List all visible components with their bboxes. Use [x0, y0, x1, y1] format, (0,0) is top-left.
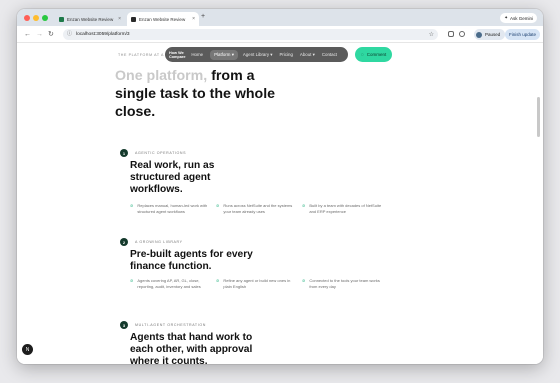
- browser-toolbar: ← → ↻ ⓘ localhost:3059/platform/3 ☆ Paus…: [17, 26, 543, 43]
- step-number: 2: [120, 238, 128, 246]
- step-number: 3: [120, 321, 128, 329]
- nav-item-about[interactable]: About ▾: [300, 52, 315, 58]
- tab-strip: Enzan Website Review × Enzan Website Rev…: [17, 9, 543, 26]
- check-icon: ⊘: [130, 278, 134, 283]
- step-tag: MULTI-AGENT ORCHESTRATION: [135, 323, 206, 327]
- site-info-icon[interactable]: ⓘ: [67, 32, 72, 37]
- nav-label: About: [299, 51, 312, 57]
- finish-update-button[interactable]: Finish update: [505, 29, 541, 40]
- nav-label: Agent Library: [242, 51, 270, 57]
- browser-window: Enzan Website Review × Enzan Website Rev…: [17, 9, 543, 364]
- tab-favicon-icon: [131, 16, 136, 22]
- bullet-text: Built by a team with decades of NetSuite…: [309, 203, 382, 214]
- reload-icon[interactable]: ↻: [48, 30, 54, 39]
- tab-label: Enzan Website Review: [67, 16, 114, 22]
- site-nav: How We Compare Home Platform ▾ Agent Lib…: [165, 47, 348, 62]
- site-logo[interactable]: How We Compare: [169, 51, 187, 59]
- downloads-icon[interactable]: [459, 31, 465, 37]
- tab-2-active[interactable]: Enzan Website Review ×: [127, 12, 199, 26]
- page-content: THE PLATFORM AT A GLANCE How We Compare …: [17, 43, 543, 364]
- nav-item-home[interactable]: Home: [191, 52, 203, 57]
- bullet-text: Replaces manual, human-led work with str…: [137, 203, 208, 214]
- page-scrollbar[interactable]: [537, 97, 540, 137]
- tab-favicon-icon: [59, 16, 64, 22]
- list-item: ⊘ Replaces manual, human-led work with st…: [130, 203, 212, 215]
- tab-label: Enzan Website Review: [139, 16, 186, 22]
- check-icon: ⊘: [216, 278, 220, 283]
- nav-label: Platform: [214, 51, 231, 57]
- check-icon: ⊘: [216, 203, 220, 208]
- tab-close-icon[interactable]: ×: [192, 16, 195, 22]
- address-bar[interactable]: ⓘ localhost:3059/platform/3 ☆: [63, 29, 438, 40]
- finish-update-label: Finish update: [509, 32, 537, 37]
- list-item: ⊘ Connected to the tools your team works …: [302, 278, 384, 290]
- nav-item-contact[interactable]: Contact: [322, 52, 337, 57]
- check-icon: ⊘: [130, 203, 134, 208]
- bullet-text: Refine any agent or build new ones in pl…: [223, 278, 291, 289]
- step-title: Agents that hand work to each other, wit…: [130, 332, 253, 364]
- step-tag: A GROWING LIBRARY: [135, 240, 183, 244]
- chevron-down-icon: ▾: [231, 51, 234, 57]
- ask-gemini-button[interactable]: ✦ Ask Gemini: [500, 13, 537, 23]
- forward-arrow-icon[interactable]: →: [36, 30, 43, 39]
- profile-button[interactable]: Paused: [474, 29, 506, 40]
- tab-close-icon[interactable]: ×: [118, 16, 121, 22]
- avatar: [476, 31, 482, 38]
- list-item: ⊘ Built by a team with decades of NetSuit…: [302, 203, 384, 215]
- bullet-text: Connected to the tools your team works f…: [309, 278, 380, 289]
- step-title: Pre-built agents for every finance funct…: [130, 249, 253, 272]
- extensions-icon[interactable]: [448, 31, 454, 37]
- nav-item-pricing[interactable]: Pricing: [280, 52, 293, 57]
- profile-status: Paused: [485, 32, 501, 37]
- comment-icon: ◌: [360, 51, 364, 58]
- nav-item-platform[interactable]: Platform ▾: [210, 49, 238, 60]
- hero-heading: One platform, from a single task to the …: [115, 67, 285, 121]
- list-item: ⊘ Runs across NetSuite and the systems yo…: [216, 203, 298, 215]
- nav-item-agent-library[interactable]: Agent Library ▾: [243, 52, 273, 58]
- gemini-icon: ✦: [504, 15, 508, 20]
- url-text: localhost:3059/platform/3: [76, 32, 130, 37]
- step-number: 1: [120, 149, 128, 157]
- step-tag: AGENTIC OPERATIONS: [135, 151, 187, 155]
- maximize-window-icon[interactable]: [42, 15, 48, 21]
- new-tab-button[interactable]: +: [201, 13, 205, 20]
- chevron-down-icon: ▾: [312, 51, 315, 57]
- list-item: ⊘ Agents covering AP, AR, GL, close, repo…: [130, 278, 212, 290]
- comment-button[interactable]: ◌ Comment: [355, 47, 392, 62]
- bullet-text: Runs across NetSuite and the systems you…: [223, 203, 293, 214]
- hero-muted: One platform,: [115, 68, 208, 84]
- tab-1[interactable]: Enzan Website Review ×: [55, 12, 125, 26]
- minimize-window-icon[interactable]: [33, 15, 39, 21]
- back-arrow-icon[interactable]: ←: [24, 30, 31, 39]
- comment-label: Comment: [366, 52, 387, 57]
- help-button[interactable]: N: [22, 344, 33, 355]
- bookmark-star-icon[interactable]: ☆: [429, 31, 434, 38]
- ask-gemini-label: Ask Gemini: [509, 15, 533, 21]
- chevron-down-icon: ▾: [270, 51, 273, 57]
- check-icon: ⊘: [302, 278, 306, 283]
- list-item: ⊘ Refine any agent or build new ones in p…: [216, 278, 298, 290]
- close-window-icon[interactable]: [24, 15, 30, 21]
- check-icon: ⊘: [302, 203, 306, 208]
- bullet-text: Agents covering AP, AR, GL, close, repor…: [137, 278, 201, 289]
- step-title: Real work, run as structured agent workf…: [130, 160, 215, 195]
